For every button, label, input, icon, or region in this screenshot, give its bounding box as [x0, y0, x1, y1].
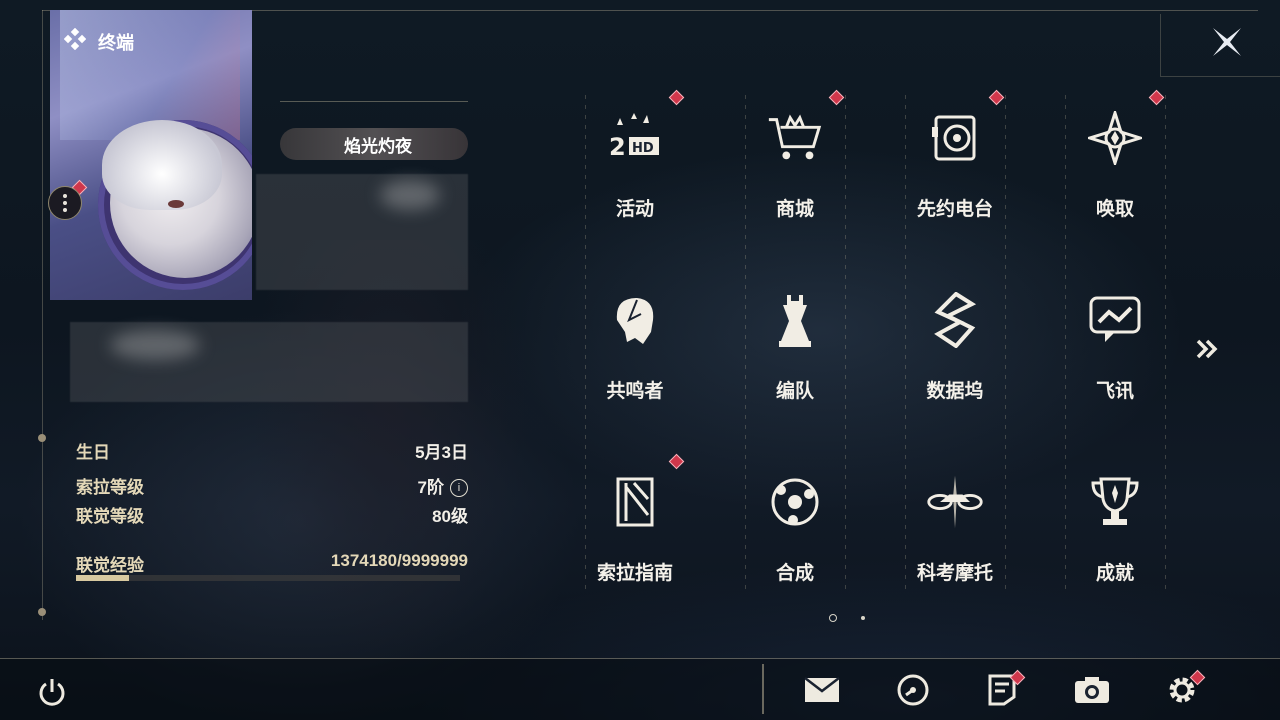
mail-button[interactable]: [802, 672, 842, 712]
menu-item-label: 数据坞: [926, 381, 984, 402]
info-birthday: 生日 5月3日: [76, 438, 468, 463]
menu-item-6[interactable]: 数据坞: [875, 270, 1035, 440]
menu-item-label: 商城: [775, 199, 814, 220]
team-chess-icon: [765, 290, 825, 350]
info-label: 联觉经验: [76, 556, 144, 575]
event-icon: 2 HD: [605, 108, 665, 168]
exp-progress-bar: [76, 575, 460, 581]
data-bank-icon: [925, 290, 985, 350]
menu-item-label: 先约电台: [916, 199, 993, 220]
page-indicator-2[interactable]: [861, 616, 865, 620]
frame-dot: [38, 608, 46, 616]
synthesis-icon: [765, 472, 825, 532]
notification-badge: [668, 453, 685, 470]
svg-text:HD: HD: [632, 141, 654, 156]
info-union-exp: 联觉经验 1374180/9999999: [76, 551, 468, 576]
page-indicator-1[interactable]: [829, 614, 837, 622]
info-icon[interactable]: i: [450, 479, 468, 497]
menu-item-10[interactable]: 科考摩托: [875, 452, 1035, 622]
notification-badge: [1148, 89, 1165, 106]
page-title: 终端: [98, 33, 134, 53]
trophy-icon: [1085, 472, 1145, 532]
info-label: 联觉等级: [76, 507, 144, 526]
frame-dot: [38, 434, 46, 442]
shop-crown-cart-icon: [765, 108, 825, 168]
title-badge-label: 焰光灼夜: [344, 136, 412, 156]
info-label: 索拉等级: [76, 478, 144, 497]
camera-icon: [1073, 675, 1111, 710]
menu-item-2[interactable]: 先约电台: [875, 88, 1035, 258]
guidebook-icon: [605, 472, 665, 532]
close-button[interactable]: [1204, 20, 1250, 64]
notification-badge: [668, 89, 685, 106]
double-chevron-right-icon: [1196, 339, 1218, 359]
mail-icon: [803, 675, 841, 710]
chat-message-icon: [1085, 290, 1145, 350]
menu-item-8[interactable]: 索拉指南: [555, 452, 715, 622]
menu-item-11[interactable]: 成就: [1035, 452, 1195, 622]
info-label: 生日: [76, 443, 110, 462]
clock-icon: [896, 673, 930, 712]
motorcycle-icon: [925, 472, 985, 532]
svg-text:2: 2: [609, 133, 626, 161]
avatar-hair: [102, 120, 222, 210]
menu-item-1[interactable]: 商城: [715, 88, 875, 258]
menu-item-3[interactable]: 唤取: [1035, 88, 1195, 258]
settings-button[interactable]: [1162, 669, 1206, 712]
next-page-button[interactable]: [1192, 334, 1222, 364]
blur-spot: [380, 180, 440, 210]
avatar-eye: [168, 200, 184, 208]
menu-item-label: 编队: [775, 381, 814, 402]
power-button[interactable]: [32, 672, 72, 712]
menu-item-label: 合成: [775, 563, 814, 584]
notice-button[interactable]: [982, 669, 1026, 712]
title-badge[interactable]: 焰光灼夜: [280, 128, 468, 160]
divider: [280, 101, 468, 102]
camera-button[interactable]: [1072, 672, 1112, 712]
info-sola-level: 索拉等级 7阶 i: [76, 473, 468, 498]
notification-badge: [828, 89, 845, 106]
menu-item-label: 活动: [615, 199, 654, 220]
bottom-separator: [762, 664, 764, 714]
info-value: 5月3日: [415, 443, 468, 462]
frame-line-left: [42, 10, 43, 620]
menu-item-label: 索拉指南: [596, 563, 673, 584]
close-icon: [1213, 28, 1241, 56]
profile-card[interactable]: 终端: [50, 10, 252, 300]
menu-item-label: 科考摩托: [916, 563, 993, 584]
clock-button[interactable]: [893, 672, 933, 712]
menu-item-7[interactable]: 飞讯: [1035, 270, 1195, 440]
resonator-head-icon: [605, 290, 665, 350]
menu-item-label: 唤取: [1095, 199, 1134, 220]
info-value: 1374180/9999999: [330, 551, 468, 570]
diamond-grid-icon: [63, 27, 87, 51]
notification-badge: [988, 89, 1005, 106]
info-value: 7阶: [417, 478, 444, 497]
menu-item-label: 共鸣者: [606, 381, 664, 402]
blur-spot: [110, 330, 200, 360]
card-menu-handle[interactable]: [48, 186, 82, 220]
radio-icon: [925, 108, 985, 168]
info-value: 80级: [432, 507, 468, 526]
convene-compass-icon: [1085, 108, 1145, 168]
menu-item-5[interactable]: 编队: [715, 270, 875, 440]
info-value-wrap: 7阶 i: [418, 473, 468, 498]
exp-progress-fill: [76, 575, 129, 581]
menu-item-label: 飞讯: [1095, 381, 1134, 402]
info-union-level: 联觉等级 80级: [76, 502, 468, 527]
menu-item-4[interactable]: 共鸣者: [555, 270, 715, 440]
menu-item-label: 成就: [1095, 563, 1134, 584]
menu-item-0[interactable]: 2 HD 活动: [555, 88, 715, 258]
power-icon: [39, 679, 65, 706]
menu-item-9[interactable]: 合成: [715, 452, 875, 622]
